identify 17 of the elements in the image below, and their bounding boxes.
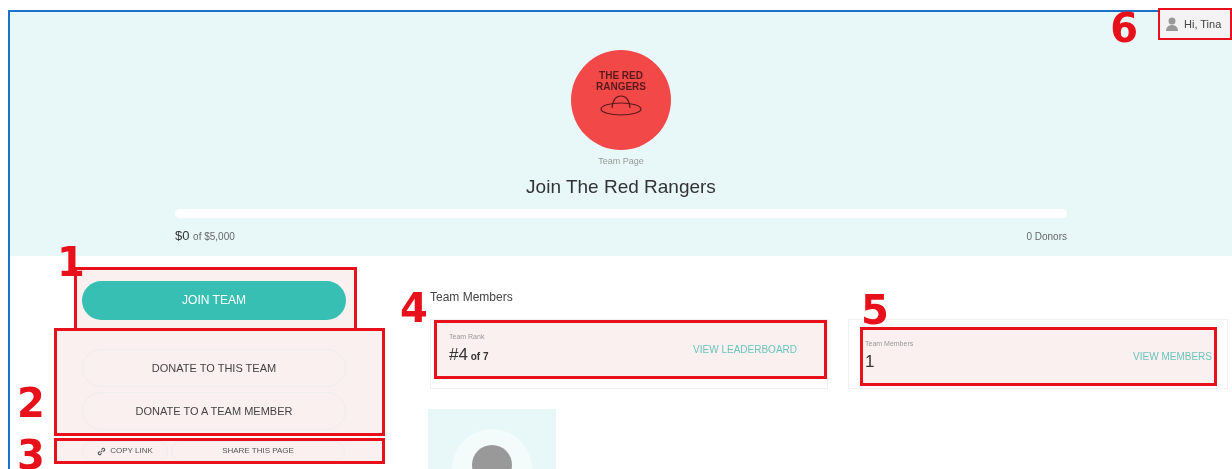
callout-number: 2 bbox=[17, 383, 45, 423]
page-title: Join The Red Rangers bbox=[526, 174, 716, 199]
logo-text: THE RED RANGERS bbox=[595, 70, 647, 92]
stat-value: #4 of 7 bbox=[449, 344, 489, 366]
amount-raised: $0 of $5,000 bbox=[175, 227, 235, 245]
callout-number: 3 bbox=[17, 435, 45, 469]
page-eyebrow: Team Page bbox=[598, 155, 644, 168]
section-heading: Team Members bbox=[430, 289, 514, 306]
donor-count: 0 Donors bbox=[1026, 230, 1067, 244]
stat-value: 1 bbox=[865, 351, 876, 373]
callout-number: 5 bbox=[861, 290, 889, 330]
link-icon bbox=[97, 446, 107, 456]
callout-number: 4 bbox=[400, 288, 428, 328]
user-menu[interactable]: Hi, Tina bbox=[1158, 8, 1232, 40]
hat-icon bbox=[599, 92, 643, 116]
callout-number: 6 bbox=[1110, 8, 1138, 48]
user-icon bbox=[1166, 17, 1178, 31]
